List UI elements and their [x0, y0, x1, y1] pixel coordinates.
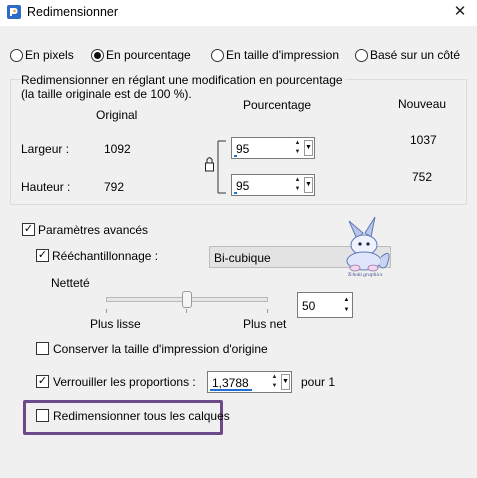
slider-tick [106, 309, 107, 313]
watermark-mascot-image: Tchoki graphics [346, 216, 390, 278]
radio-circle[interactable] [10, 48, 23, 62]
radio-circle[interactable] [355, 48, 368, 62]
radio-label: En pourcentage [106, 48, 191, 62]
column-header-original: Original [96, 108, 138, 122]
paint-shop-pro-icon [7, 5, 21, 19]
slider-tick [267, 309, 268, 313]
title-bar: Redimensionner ✕ [0, 0, 477, 26]
slider-min-label: Plus lisse [90, 317, 141, 331]
close-icon[interactable]: ✕ [443, 0, 477, 26]
height-percent-value[interactable]: 95 [236, 179, 249, 193]
window-title: Redimensionner [27, 5, 119, 19]
height-label: Hauteur : [21, 180, 71, 194]
all-layers-checkbox[interactable] [36, 409, 49, 422]
spin-updown-icon[interactable]: ▲ ▼ [342, 295, 351, 315]
link-bracket-icon [205, 140, 226, 194]
column-header-percent: Pourcentage [243, 98, 312, 112]
sharpness-value-field[interactable]: 50 ▲ ▼ [297, 292, 353, 318]
all-layers-label: Redimensionner tous les calques [53, 409, 230, 423]
dropdown-arrow-icon[interactable]: ▼ [281, 374, 290, 390]
width-percent-spinner[interactable]: 95 ▲ ▼ ▼ [231, 137, 315, 159]
lock-ratio-checkbox[interactable]: ✓ [36, 375, 49, 388]
radio-base-cote[interactable]: Basé sur un côté [355, 47, 460, 63]
radio-en-pixels[interactable]: En pixels [10, 47, 74, 63]
resampling-label: Rééchantillonnage : [52, 249, 159, 263]
dropdown-arrow-icon[interactable]: ▼ [304, 177, 313, 193]
sharpness-label: Netteté [51, 276, 90, 290]
width-original-value: 1092 [104, 142, 131, 156]
sharpness-slider-thumb[interactable] [182, 291, 192, 308]
advanced-settings-checkbox[interactable]: ✓ [22, 223, 35, 236]
group-description-line1: Redimensionner en réglant une modificati… [21, 73, 345, 87]
advanced-settings-label: Paramètres avancés [38, 223, 149, 237]
radio-circle[interactable] [91, 48, 104, 62]
keep-print-size-checkbox[interactable] [36, 342, 49, 355]
radio-en-pourcentage[interactable]: En pourcentage [91, 47, 191, 63]
focus-marker [234, 192, 237, 194]
radio-taille-impression[interactable]: En taille d'impression [211, 47, 339, 63]
spin-updown-icon[interactable]: ▲ ▼ [292, 176, 303, 194]
width-label: Largeur : [21, 142, 70, 156]
column-header-new: Nouveau [398, 97, 447, 111]
ratio-value[interactable]: 1,3788 [212, 376, 249, 390]
sharpness-value[interactable]: 50 [302, 299, 315, 313]
height-percent-spinner[interactable]: 95 ▲ ▼ ▼ [231, 174, 315, 196]
group-description-line2: (la taille originale est de 100 %). [21, 87, 192, 101]
focus-marker [210, 389, 252, 391]
ratio-suffix: pour 1 [301, 375, 336, 389]
width-percent-value[interactable]: 95 [236, 142, 249, 156]
resampling-method-value: Bi-cubique [214, 251, 271, 265]
slider-tick [186, 309, 187, 313]
radio-label: En taille d'impression [226, 48, 340, 62]
ratio-spinner[interactable]: 1,3788 ▲ ▼ ▼ [207, 371, 292, 393]
height-new-value: 752 [412, 170, 433, 184]
lock-ratio-label: Verrouiller les proportions : [53, 375, 196, 389]
resampling-checkbox[interactable]: ✓ [36, 249, 49, 262]
keep-print-size-label: Conserver la taille d'impression d'origi… [53, 342, 268, 356]
radio-label: Basé sur un côté [370, 48, 461, 62]
height-original-value: 792 [104, 180, 125, 194]
width-new-value: 1037 [410, 133, 437, 147]
radio-circle[interactable] [211, 48, 224, 62]
spin-updown-icon[interactable]: ▲ ▼ [269, 373, 280, 391]
focus-marker [234, 155, 237, 157]
radio-label: En pixels [25, 48, 74, 62]
dropdown-arrow-icon[interactable]: ▼ [304, 140, 313, 156]
slider-ticks [106, 309, 268, 313]
spin-updown-icon[interactable]: ▲ ▼ [292, 139, 303, 157]
slider-max-label: Plus net [243, 317, 287, 331]
watermark-text: Tchoki graphics [347, 272, 382, 278]
